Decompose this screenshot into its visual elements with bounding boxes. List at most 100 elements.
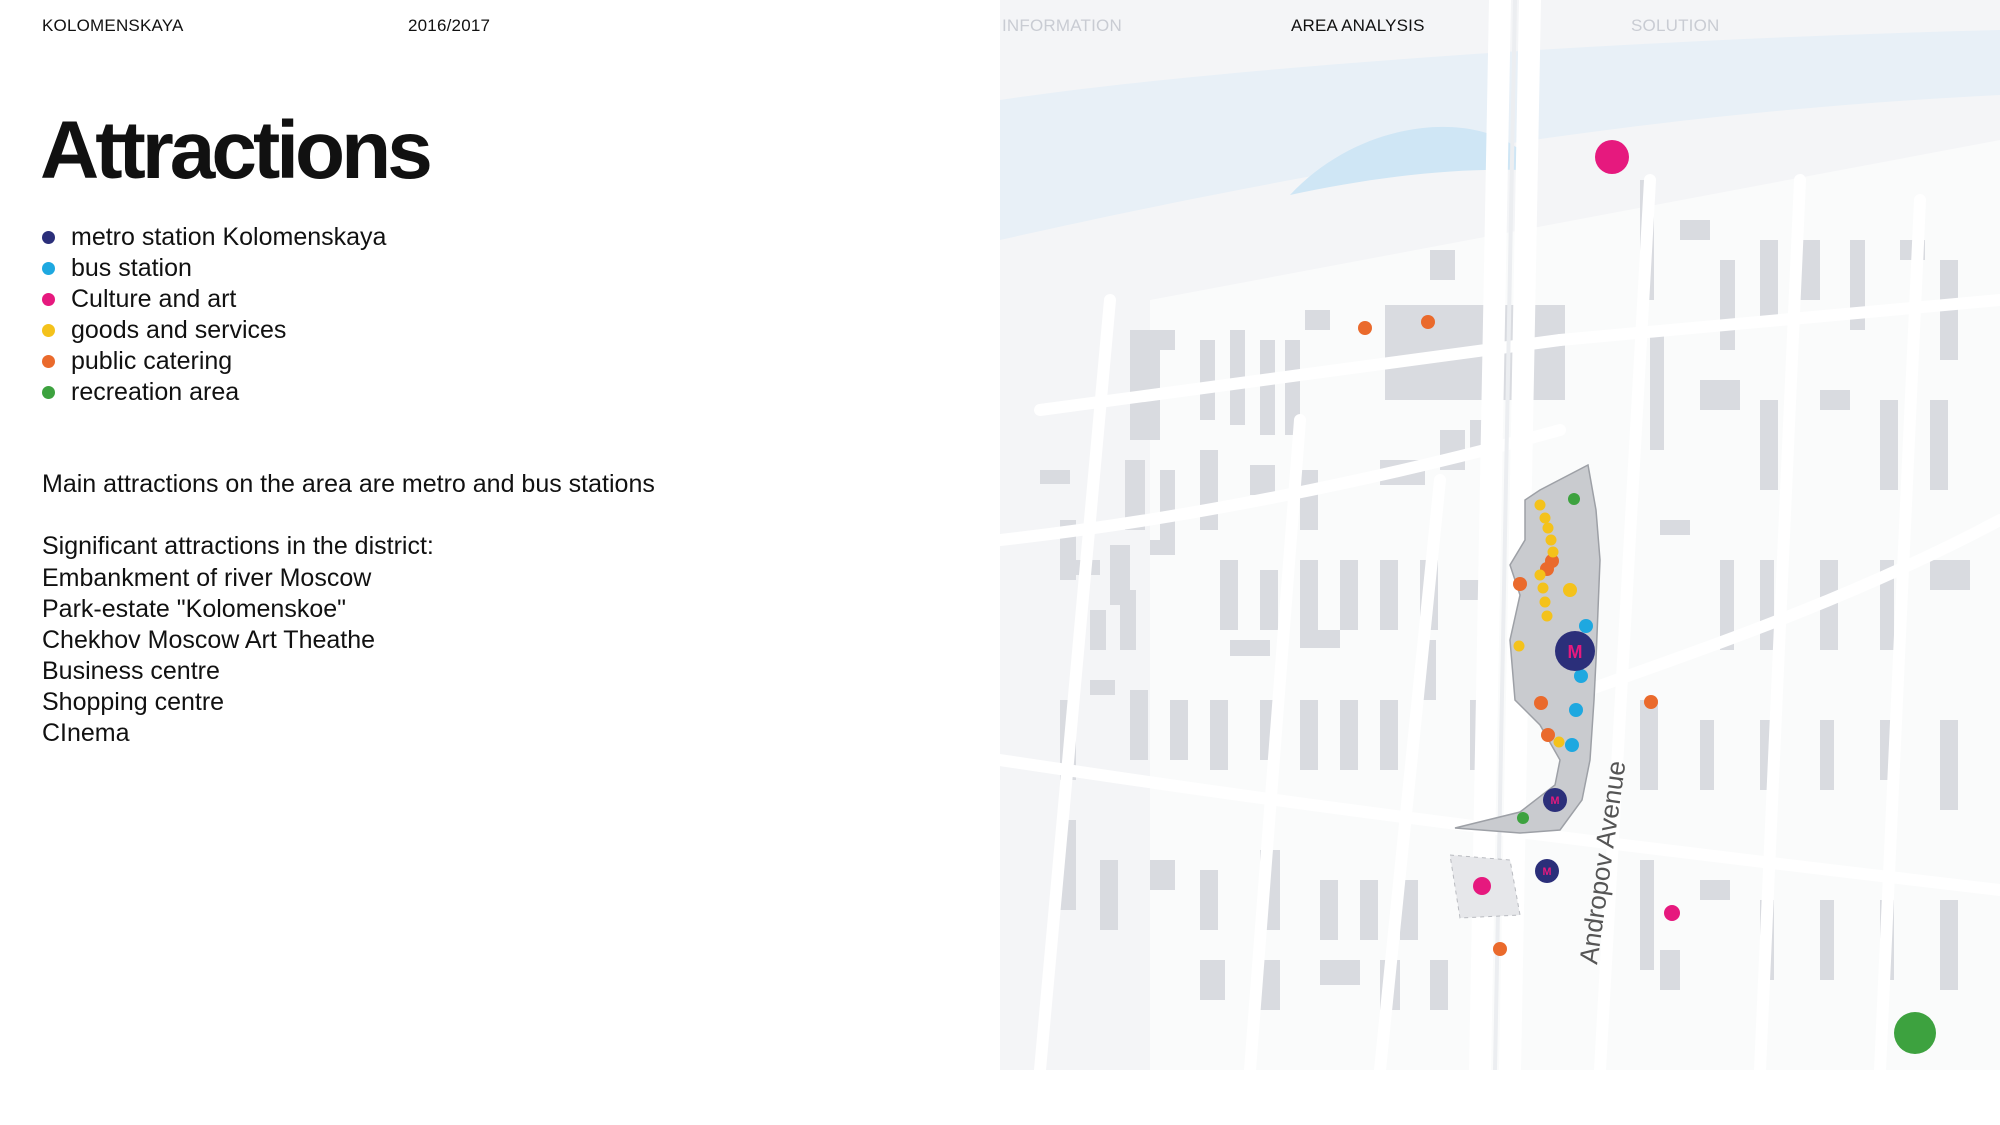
legend-label: Culture and art bbox=[71, 285, 237, 313]
goods-poi bbox=[1542, 522, 1554, 534]
legend-item-metro: metro station Kolomenskaya bbox=[42, 222, 386, 253]
catering-poi bbox=[1493, 942, 1507, 956]
recreation-poi bbox=[1894, 1012, 1936, 1054]
catering-poi bbox=[1534, 696, 1548, 710]
building bbox=[1700, 880, 1730, 900]
culture-poi bbox=[1595, 140, 1629, 174]
building bbox=[1880, 400, 1898, 490]
metro-dot-icon bbox=[42, 231, 55, 244]
culture-dot-icon bbox=[42, 293, 55, 306]
building bbox=[1940, 900, 1958, 990]
tab-area-analysis[interactable]: AREA ANALYSIS bbox=[1291, 16, 1425, 36]
significant-item: Business centre bbox=[42, 657, 220, 685]
map-canvas: Andropov Avenue MMM bbox=[1000, 0, 2000, 1070]
metro-station-marker: M bbox=[1555, 631, 1595, 671]
building bbox=[1320, 880, 1338, 940]
significant-title: Significant attractions in the district: bbox=[42, 532, 434, 560]
building bbox=[1360, 880, 1378, 940]
area-map[interactable]: Andropov Avenue MMM bbox=[1000, 0, 2000, 1125]
building bbox=[1820, 390, 1850, 410]
building bbox=[1300, 470, 1318, 530]
goods-poi bbox=[1537, 582, 1549, 594]
building bbox=[1300, 700, 1318, 770]
building bbox=[1640, 860, 1654, 970]
metro-station-marker: M bbox=[1543, 788, 1567, 812]
building bbox=[1820, 720, 1834, 790]
building bbox=[1650, 330, 1664, 450]
recreation-poi bbox=[1568, 493, 1580, 505]
building bbox=[1300, 630, 1340, 648]
goods-poi bbox=[1534, 499, 1546, 511]
summary-text: Main attractions on the area are metro a… bbox=[42, 470, 655, 498]
building bbox=[1930, 400, 1948, 490]
building bbox=[1820, 900, 1834, 980]
goods-poi bbox=[1539, 596, 1551, 608]
legend-label: goods and services bbox=[71, 316, 287, 344]
catering-dot-icon bbox=[42, 355, 55, 368]
metro-letter: M bbox=[1543, 866, 1552, 878]
metro-letter: M bbox=[1568, 642, 1583, 662]
building bbox=[1320, 960, 1360, 985]
significant-item: Shopping centre bbox=[42, 688, 225, 716]
building bbox=[1700, 720, 1714, 790]
legend-label: metro station Kolomenskaya bbox=[71, 223, 387, 251]
building bbox=[1760, 240, 1778, 320]
bus-poi bbox=[1565, 738, 1579, 752]
building bbox=[1260, 570, 1278, 630]
goods-poi bbox=[1547, 546, 1559, 558]
culture-poi bbox=[1664, 905, 1680, 921]
legend-item-culture: Culture and art bbox=[42, 284, 386, 315]
building bbox=[1150, 540, 1175, 555]
catering-poi bbox=[1644, 695, 1658, 709]
significant-item: Chekhov Moscow Art Theathe bbox=[42, 626, 376, 654]
building bbox=[1150, 330, 1175, 350]
building bbox=[1940, 720, 1958, 810]
tab-solution[interactable]: SOLUTION bbox=[1631, 16, 1720, 36]
building bbox=[1160, 470, 1175, 540]
building bbox=[1300, 560, 1318, 630]
building bbox=[1660, 520, 1690, 535]
building bbox=[1090, 610, 1106, 650]
bus-poi bbox=[1579, 619, 1593, 633]
goods-dot-icon bbox=[42, 324, 55, 337]
significant-item: Park-estate "Kolomenskoe" bbox=[42, 595, 347, 623]
building bbox=[1680, 220, 1710, 240]
goods-poi bbox=[1563, 583, 1577, 597]
goods-poi bbox=[1539, 512, 1551, 524]
catering-poi bbox=[1358, 321, 1372, 335]
goods-poi bbox=[1534, 569, 1546, 581]
catering-poi bbox=[1513, 577, 1527, 591]
building bbox=[1120, 590, 1136, 650]
building bbox=[1130, 690, 1148, 760]
tab-information[interactable]: INFORMATION bbox=[1002, 16, 1122, 36]
building bbox=[1380, 700, 1398, 770]
goods-poi bbox=[1513, 640, 1525, 652]
building bbox=[1090, 680, 1115, 695]
recreation-poi bbox=[1517, 812, 1529, 824]
building bbox=[1930, 560, 1970, 590]
building bbox=[1040, 470, 1070, 484]
building bbox=[1340, 560, 1358, 630]
goods-poi bbox=[1553, 736, 1565, 748]
map-legend: metro station Kolomenskaya bus station C… bbox=[42, 222, 386, 408]
legend-item-goods: goods and services bbox=[42, 315, 386, 346]
recreation-dot-icon bbox=[42, 386, 55, 399]
building bbox=[1640, 700, 1658, 790]
building bbox=[1260, 340, 1275, 435]
building bbox=[1200, 340, 1215, 420]
legend-item-catering: public catering bbox=[42, 346, 386, 377]
goods-poi bbox=[1541, 610, 1553, 622]
catering-poi bbox=[1541, 728, 1555, 742]
building bbox=[1340, 700, 1358, 770]
bus-dot-icon bbox=[42, 262, 55, 275]
building bbox=[1210, 700, 1228, 770]
building bbox=[1220, 560, 1238, 630]
building bbox=[1430, 250, 1455, 280]
bus-poi bbox=[1574, 669, 1588, 683]
building bbox=[1150, 860, 1175, 890]
goods-poi bbox=[1545, 534, 1557, 546]
building bbox=[1200, 450, 1218, 530]
building bbox=[1200, 870, 1218, 930]
building bbox=[1305, 310, 1330, 330]
building bbox=[1660, 950, 1680, 990]
